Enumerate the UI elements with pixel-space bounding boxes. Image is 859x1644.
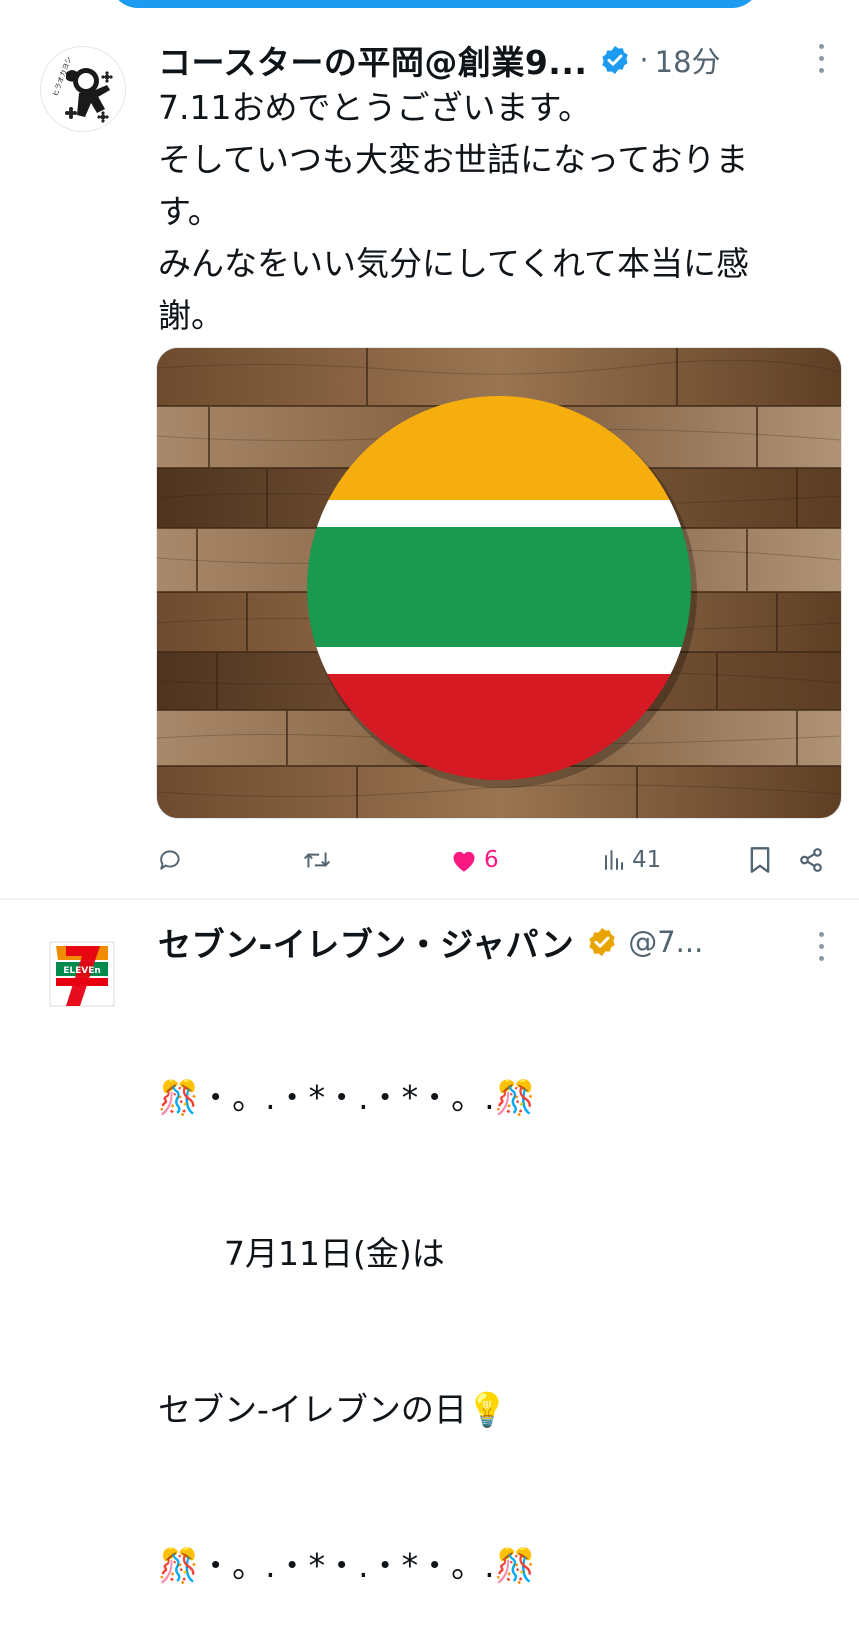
bookmark-button[interactable]: [748, 840, 772, 880]
share-button[interactable]: [798, 840, 824, 880]
view-count: 41: [632, 847, 662, 873]
seven-eleven-logo: ELEVEn: [48, 940, 116, 1008]
reply-button[interactable]: [158, 840, 190, 880]
handle[interactable]: @7...: [628, 925, 703, 959]
more-icon[interactable]: [817, 44, 825, 73]
display-name[interactable]: セブン‐イレブン・ジャパン: [158, 918, 574, 966]
like-count: 6: [484, 847, 499, 873]
timestamp[interactable]: 18分: [655, 39, 721, 81]
more-icon[interactable]: [817, 932, 825, 961]
views-button[interactable]: 41: [602, 840, 661, 880]
display-name[interactable]: コースターの平岡@創業9...: [158, 36, 587, 84]
decor-line: 🎊・。.・*・.・*・。.🎊: [158, 1546, 536, 1585]
svg-text:ELEVEn: ELEVEn: [63, 966, 101, 976]
separator: ·: [639, 43, 649, 77]
coaster-photo: [157, 348, 841, 818]
retweet-icon: [303, 852, 331, 868]
heart-icon: [453, 851, 475, 872]
verified-icon: [589, 928, 615, 956]
retweet-button[interactable]: [302, 840, 338, 880]
like-button[interactable]: 6: [450, 840, 499, 880]
decor-line: 🎊・。.・*・.・*・。.🎊: [158, 1078, 536, 1117]
avatar-illustration: ヒラオカヨシ: [42, 48, 125, 131]
views-icon: [605, 850, 623, 870]
date-line: 7月11日(金)は: [158, 1234, 445, 1273]
reply-icon: [160, 850, 180, 870]
tweet-image[interactable]: [156, 347, 842, 819]
share-icon: [800, 848, 822, 872]
tweet-header: セブン‐イレブン・ジャパン @7...: [158, 922, 703, 964]
tweet-actions: 6 41: [158, 840, 838, 880]
avatar[interactable]: ヒラオカヨシ: [40, 46, 126, 132]
bookmark-icon: [750, 847, 770, 873]
tweet-text: 🎊・。.・*・.・*・。.🎊 7月11日(金)は セブン‐イレブンの日💡 🎊・。…: [158, 968, 838, 1644]
verified-icon: [602, 46, 629, 74]
tweet-header: コースターの平岡@創業9... · 18分: [158, 39, 721, 82]
avatar[interactable]: ELEVEn: [48, 940, 116, 1008]
tweet[interactable]: ヒラオカヨシ コースターの平岡@創業9... · 18分 7.11おめでとうござ…: [0, 0, 859, 898]
tweet-text: 7.11おめでとうございます。 そしていつも大変お世話になっておりま す。 みん…: [158, 88, 750, 335]
title-line: セブン‐イレブンの日💡: [158, 1390, 508, 1429]
